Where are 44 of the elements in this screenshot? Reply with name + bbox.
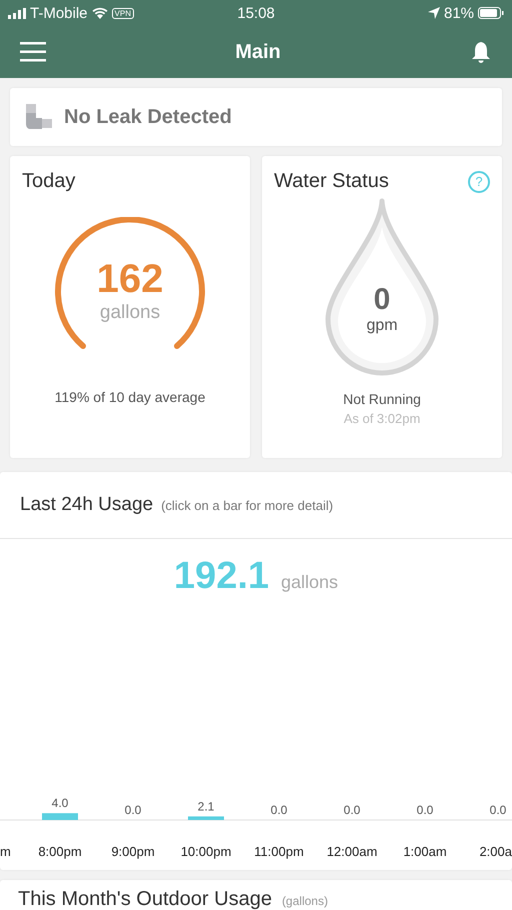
card-title: Last 24h Usage xyxy=(20,494,154,516)
screen-title: Main xyxy=(234,40,282,64)
bar-value-label: 0.0 xyxy=(416,803,434,817)
card-title: Water Status xyxy=(274,170,389,193)
updated-time: As of 3:02pm xyxy=(344,411,420,426)
vpn-badge: VPN xyxy=(112,8,134,18)
bar-value-label: 0.0 xyxy=(270,803,288,817)
bar-value-label: 2.1 xyxy=(198,799,214,814)
total-gallons-value: 192.1 xyxy=(174,555,270,598)
location-arrow-icon xyxy=(428,7,440,19)
signal-icon xyxy=(8,8,26,18)
chart-hint: (click on a bar for more detail) xyxy=(161,498,334,513)
leak-status: No Leak Detected xyxy=(64,106,232,128)
bar-value-label: 4.0 xyxy=(52,796,68,810)
carrier-name: T-Mobile xyxy=(30,4,88,22)
help-icon[interactable]: ? xyxy=(468,170,490,192)
menu-icon[interactable] xyxy=(20,42,46,62)
x-axis-label: 2:00a xyxy=(479,844,512,859)
x-axis-label: 10:00pm xyxy=(180,844,232,859)
flow-rate-value: 0 xyxy=(374,283,390,317)
today-gallons-value: 162 xyxy=(96,257,164,302)
battery-icon xyxy=(478,7,504,19)
battery-percent: 81% xyxy=(444,4,474,22)
x-axis-label: 12:00am xyxy=(326,844,378,859)
x-axis-label: 1:00am xyxy=(403,844,447,859)
card-title: Today xyxy=(22,170,76,193)
unit-label: gallons xyxy=(281,572,338,593)
x-axis-label: 11:00pm xyxy=(254,844,304,859)
average-note: 119% of 10 day average xyxy=(54,389,206,405)
bar-value-label: 0.0 xyxy=(344,803,360,817)
bar-value-label: 0.0 xyxy=(490,803,506,817)
running-status: Not Running xyxy=(343,391,421,407)
bar-value-label: 0.0 xyxy=(124,803,142,817)
unit-hint: (gallons) xyxy=(282,894,328,908)
clock-time: 15:08 xyxy=(237,4,275,22)
x-axis-label: 9:00pm xyxy=(111,844,155,859)
x-axis-label: m xyxy=(0,844,11,859)
x-axis-label: 8:00pm xyxy=(38,844,82,859)
bell-icon[interactable] xyxy=(470,41,492,63)
unit-label: gallons xyxy=(100,302,160,324)
pipe-icon xyxy=(24,102,54,132)
unit-label: gpm xyxy=(366,317,398,335)
wifi-icon xyxy=(92,7,108,19)
card-title: This Month's Outdoor Usage xyxy=(18,888,272,910)
